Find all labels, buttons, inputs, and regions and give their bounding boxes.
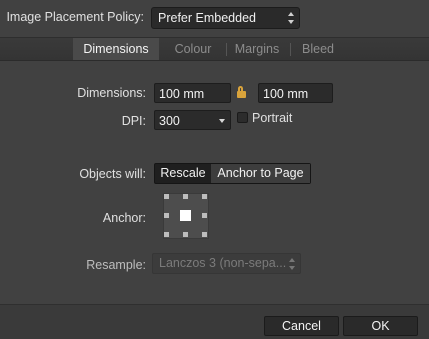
tab-bar: Dimensions Colour Margins Bleed xyxy=(0,37,429,61)
anchor-handle-right[interactable] xyxy=(202,213,207,218)
portrait-label: Portrait xyxy=(252,111,293,125)
dpi-value: 300 xyxy=(159,114,180,128)
portrait-checkbox[interactable] xyxy=(237,112,248,123)
dimension-height-field[interactable]: 100 mm xyxy=(258,83,333,103)
cancel-button[interactable]: Cancel xyxy=(264,316,339,336)
resample-label: Resample: xyxy=(86,258,146,272)
lock-icon[interactable] xyxy=(235,85,248,99)
objects-will-label: Objects will: xyxy=(79,167,146,181)
anchor-handle-center[interactable] xyxy=(180,210,191,221)
resample-value: Lanczos 3 (non-sepa... xyxy=(159,256,287,270)
anchor-handle-left[interactable] xyxy=(164,213,169,218)
ok-button[interactable]: OK xyxy=(343,316,418,336)
tab-separator xyxy=(226,43,227,56)
dimensions-label: Dimensions: xyxy=(77,86,146,100)
tab-dimensions[interactable]: Dimensions xyxy=(73,38,159,60)
anchor-handle-top[interactable] xyxy=(183,194,188,199)
dpi-label: DPI: xyxy=(121,114,146,128)
rescale-option[interactable]: Rescale xyxy=(155,164,211,183)
select-updown-icon xyxy=(288,11,294,25)
select-updown-icon xyxy=(289,257,295,271)
image-placement-policy-select[interactable]: Prefer Embedded xyxy=(151,7,300,29)
anchor-handle-bottom[interactable] xyxy=(183,232,188,237)
objects-will-segmented: Rescale Anchor to Page xyxy=(154,163,311,184)
image-placement-policy-label: Image Placement Policy: xyxy=(6,10,144,24)
anchor-label: Anchor: xyxy=(102,211,146,225)
tab-margins[interactable]: Margins xyxy=(228,38,286,60)
dimension-height-value: 100 mm xyxy=(263,87,309,101)
dimension-width-value: 100 mm xyxy=(159,87,205,101)
resample-select: Lanczos 3 (non-sepa... xyxy=(152,253,301,274)
anchor-selector[interactable] xyxy=(163,193,209,239)
chevron-down-icon xyxy=(219,119,225,123)
tab-bleed[interactable]: Bleed xyxy=(294,38,342,60)
tab-separator xyxy=(290,43,291,56)
image-placement-policy-value: Prefer Embedded xyxy=(158,11,256,25)
anchor-to-page-option[interactable]: Anchor to Page xyxy=(211,164,310,183)
tab-colour[interactable]: Colour xyxy=(163,38,223,60)
anchor-handle-top-left[interactable] xyxy=(164,194,169,199)
anchor-handle-top-right[interactable] xyxy=(202,194,207,199)
anchor-handle-bottom-left[interactable] xyxy=(164,232,169,237)
anchor-handle-bottom-right[interactable] xyxy=(202,232,207,237)
dpi-combo[interactable]: 300 xyxy=(154,110,231,130)
dimension-width-field[interactable]: 100 mm xyxy=(154,83,231,103)
